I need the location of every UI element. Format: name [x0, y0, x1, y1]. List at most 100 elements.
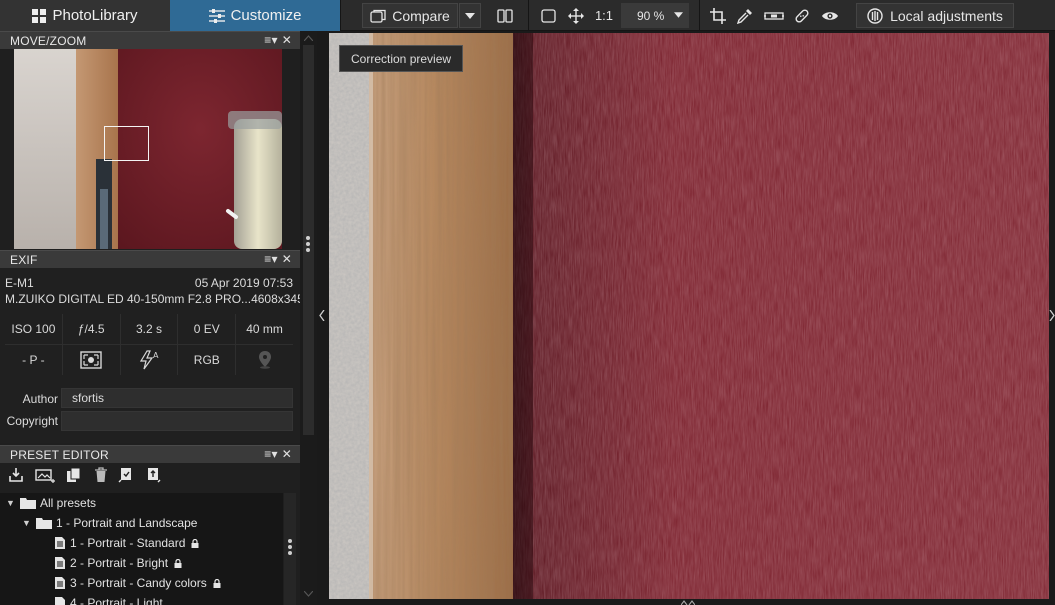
- exif-title: EXIF: [10, 252, 38, 267]
- white-balance-picker-button[interactable]: [733, 3, 757, 28]
- tree-item-label: All presets: [40, 496, 97, 510]
- zoom-viewport-frame[interactable]: [104, 126, 149, 161]
- scrollbar-thumb[interactable]: [303, 45, 314, 435]
- image-viewer[interactable]: [317, 31, 1055, 605]
- tree-item-label: 4 - Portrait - Light: [70, 596, 163, 605]
- local-adjustments-button[interactable]: Local adjustments: [856, 3, 1014, 28]
- scroll-grip: [288, 545, 292, 549]
- zoom-value: 90 %: [637, 8, 665, 23]
- panel-menu-icon[interactable]: ≡▾: [264, 252, 277, 266]
- exif-header: EXIF ≡▾ ✕: [0, 250, 300, 268]
- tree-item-portrait-candy-colors[interactable]: 3 - Portrait - Candy colors: [55, 573, 221, 593]
- collapse-left-panel-icon[interactable]: [319, 310, 325, 321]
- scroll-grip: [288, 539, 292, 543]
- folder-icon: [20, 498, 36, 509]
- repair-tool-button[interactable]: [790, 3, 814, 28]
- sliders-icon: [208, 8, 225, 23]
- gps-cell: [236, 345, 293, 375]
- crop-tool-button[interactable]: [706, 3, 730, 28]
- preset-file-icon: [55, 577, 65, 589]
- tree-item-portrait-landscape[interactable]: ▼ 1 - Portrait and Landscape: [22, 513, 197, 533]
- horizon-tool-button[interactable]: [761, 3, 787, 28]
- tab-customize[interactable]: Customize: [170, 0, 340, 31]
- correction-preview-tooltip: Correction preview: [339, 45, 464, 72]
- preset-editor-title: PRESET EDITOR: [10, 447, 109, 462]
- import-preset-icon[interactable]: [8, 467, 26, 483]
- left-panel-scrollbar[interactable]: [300, 31, 317, 605]
- new-preset-from-image-icon[interactable]: [35, 467, 57, 483]
- apply-preset-icon[interactable]: [118, 467, 136, 483]
- location-pin-icon: [258, 351, 271, 369]
- scroll-grip: [306, 242, 310, 246]
- tree-item-portrait-light[interactable]: 4 - Portrait - Light: [55, 593, 163, 605]
- panel-controls: ≡▾ ✕: [260, 252, 292, 266]
- author-field[interactable]: sfortis: [61, 388, 293, 408]
- preset-file-icon: [55, 557, 65, 569]
- panel-controls: ≡▾ ✕: [260, 447, 292, 461]
- preview-toggle-button[interactable]: [817, 3, 843, 28]
- chevron-up-icon[interactable]: [304, 35, 313, 41]
- close-icon[interactable]: ✕: [282, 252, 292, 266]
- collapse-right-panel-icon[interactable]: [1049, 310, 1055, 321]
- scroll-grip: [306, 236, 310, 240]
- tree-item-portrait-standard[interactable]: 1 - Portrait - Standard: [55, 533, 199, 553]
- split-view-button[interactable]: [492, 3, 518, 28]
- expand-arrow-icon[interactable]: ▼: [6, 498, 18, 508]
- panel-menu-icon[interactable]: ≡▾: [264, 447, 277, 461]
- exif-values-grid: ISO 100 ƒ/4.5 3.2 s 0 EV 40 mm: [5, 314, 293, 345]
- zoom-select[interactable]: 90 %: [621, 3, 689, 28]
- metering-icon: [80, 351, 102, 369]
- duplicate-preset-icon[interactable]: [66, 467, 84, 483]
- preset-editor-panel: ▼ All presets ▼ 1 - Portrait and Landsca…: [0, 463, 300, 605]
- exif-camera: E-M1: [5, 276, 34, 290]
- chevron-down-icon[interactable]: [304, 591, 313, 597]
- fit-screen-button[interactable]: [536, 3, 560, 28]
- expand-arrow-icon[interactable]: ▼: [22, 518, 34, 528]
- tree-item-label: 1 - Portrait and Landscape: [56, 516, 198, 530]
- tree-item-label: 2 - Portrait - Bright: [70, 556, 169, 570]
- level-icon: [764, 11, 784, 20]
- delete-preset-icon[interactable]: [93, 467, 109, 483]
- export-preset-icon[interactable]: [145, 467, 163, 483]
- navigator-thumbnail[interactable]: [14, 49, 282, 249]
- preset-editor-header: PRESET EDITOR ≡▾ ✕: [0, 445, 300, 463]
- zoom-1to1-button[interactable]: 1:1: [590, 3, 618, 28]
- photo-canvas: [329, 33, 1049, 599]
- compare-button[interactable]: Compare: [362, 3, 458, 28]
- toolbar-divider: [528, 0, 529, 31]
- exif-color-space: RGB: [178, 345, 237, 375]
- split-view-icon: [497, 8, 513, 23]
- preset-tree-scrollbar[interactable]: [284, 493, 296, 605]
- local-adjustments-label: Local adjustments: [890, 7, 1003, 24]
- navigator-title: MOVE/ZOOM: [10, 33, 87, 48]
- exif-icons-grid: - P - A RGB: [5, 345, 293, 375]
- preset-file-icon: [55, 597, 65, 605]
- scroll-grip: [288, 551, 292, 555]
- preset-file-icon: [55, 537, 65, 549]
- tab-photolibrary-label: PhotoLibrary: [52, 7, 138, 24]
- eye-icon: [822, 11, 838, 20]
- exif-camera-row: E-M1 05 Apr 2019 07:53: [5, 276, 293, 290]
- compare-dropdown[interactable]: [459, 3, 481, 28]
- tab-photolibrary[interactable]: PhotoLibrary: [0, 0, 170, 31]
- lock-icon: [191, 538, 199, 548]
- panel-menu-icon[interactable]: ≡▾: [264, 33, 277, 47]
- collapse-bottom-panel-icon[interactable]: [681, 600, 695, 605]
- tree-item-all-presets[interactable]: ▼ All presets: [6, 493, 96, 513]
- exif-lens-row: M.ZUIKO DIGITAL ED 40-150mm F2.8 PRO... …: [5, 292, 310, 306]
- toolbar-divider: [699, 0, 700, 31]
- close-icon[interactable]: ✕: [282, 33, 292, 47]
- zoom-1to1-label: 1:1: [594, 8, 614, 23]
- main-photo[interactable]: [329, 33, 1049, 599]
- tree-item-portrait-bright[interactable]: 2 - Portrait - Bright: [55, 553, 182, 573]
- fit-screen-icon: [540, 8, 556, 23]
- close-icon[interactable]: ✕: [282, 447, 292, 461]
- local-adjustments-icon: [867, 7, 883, 24]
- tab-customize-label: Customize: [230, 7, 302, 24]
- folder-icon: [36, 518, 52, 529]
- lock-icon: [174, 558, 182, 568]
- preset-toolbar: [8, 467, 163, 483]
- pan-button[interactable]: [564, 3, 588, 28]
- left-panel: MOVE/ZOOM ≡▾ ✕ EXIF ≡▾ ✕ E-M1 05 Apr 201…: [0, 31, 310, 605]
- copyright-field[interactable]: [61, 411, 293, 431]
